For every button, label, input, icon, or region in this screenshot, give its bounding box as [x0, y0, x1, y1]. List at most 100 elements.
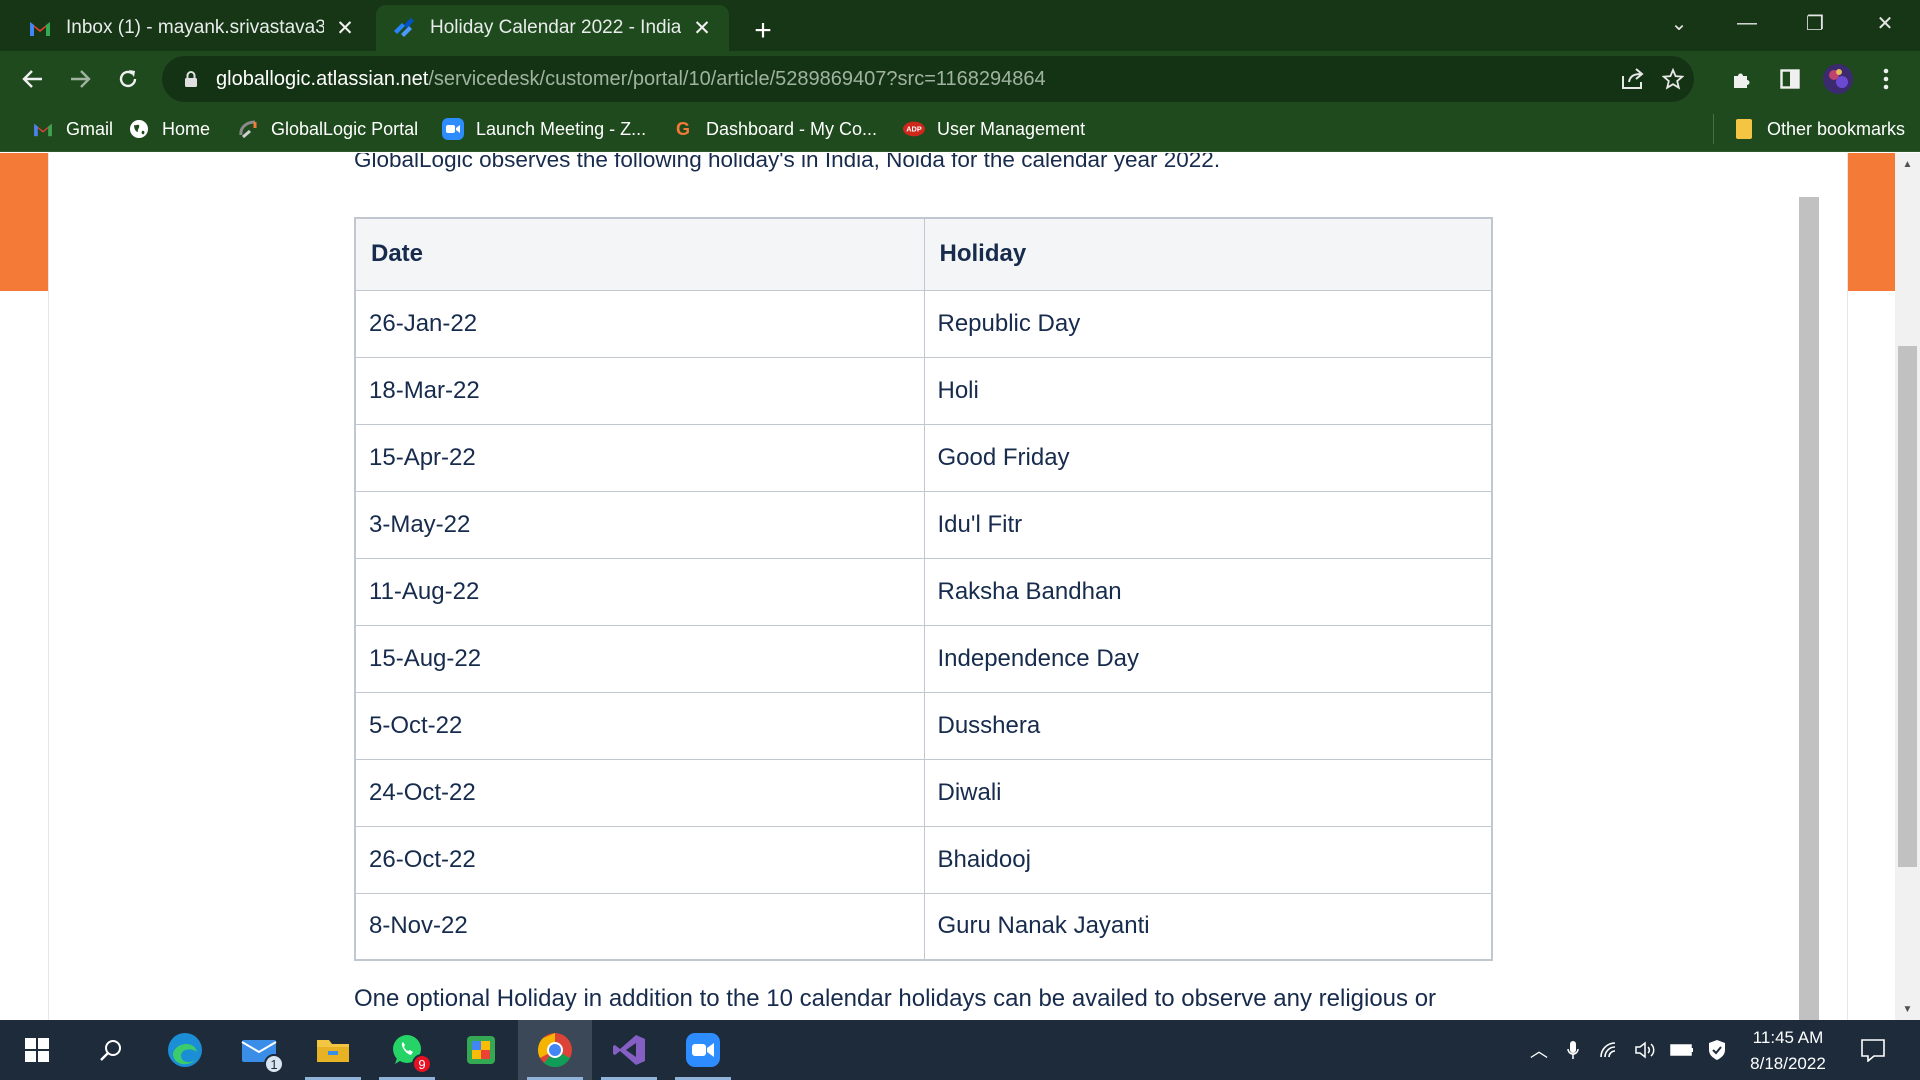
table-row: 11-Aug-22 Raksha Bandhan: [354, 557, 1493, 626]
date-cell: 8-Nov-22: [354, 892, 925, 961]
mail-icon[interactable]: 1: [222, 1020, 296, 1080]
menu-icon[interactable]: [1866, 59, 1906, 99]
holiday-table: Date Holiday 26-Jan-22 Republic Day 18-Ma…: [354, 217, 1493, 961]
bookmark-label: GlobalLogic Portal: [271, 118, 419, 139]
tab-title: Holiday Calendar 2022 - India, N: [430, 17, 681, 38]
search-icon[interactable]: [74, 1020, 148, 1080]
minimize-icon[interactable]: —: [1714, 0, 1780, 46]
tab-strip: Inbox (1) - mayank.srivastava3@ ✕ Holida…: [0, 0, 1920, 51]
date-cell: 11-Aug-22: [354, 557, 925, 626]
bookmark-gmail[interactable]: Gmail: [32, 115, 113, 143]
scrollbar-thumb[interactable]: [1898, 346, 1917, 867]
table-row: 26-Jan-22 Republic Day: [354, 289, 1493, 358]
url-host: globallogic.atlassian.net: [216, 67, 429, 90]
date-cell: 18-Mar-22: [354, 356, 925, 425]
scroll-up-icon[interactable]: ▲: [1895, 153, 1920, 175]
holiday-cell: Bhaidooj: [923, 825, 1493, 894]
date-cell: 26-Jan-22: [354, 289, 925, 358]
table-row: 8-Nov-22 Guru Nanak Jayanti: [354, 892, 1493, 961]
table-row: 24-Oct-22 Diwali: [354, 758, 1493, 827]
table-row: 26-Oct-22 Bhaidooj: [354, 825, 1493, 894]
chrome-icon[interactable]: [518, 1020, 592, 1080]
adp-icon: ADP: [903, 118, 925, 140]
column-header-date: Date: [354, 217, 925, 291]
security-shield-icon[interactable]: [1705, 1038, 1729, 1062]
close-window-icon[interactable]: ✕: [1852, 0, 1918, 46]
meet-icon[interactable]: [444, 1020, 518, 1080]
clock-date: 8/18/2022: [1750, 1054, 1826, 1073]
show-hidden-icons[interactable]: ︿: [1527, 1038, 1551, 1062]
tab-holiday-calendar[interactable]: Holiday Calendar 2022 - India, N ✕: [376, 5, 729, 51]
date-cell: 3-May-22: [354, 490, 925, 559]
file-explorer-icon[interactable]: [296, 1020, 370, 1080]
bookmark-label: User Management: [937, 118, 1086, 139]
tab-gmail-inbox[interactable]: Inbox (1) - mayank.srivastava3@ ✕: [12, 5, 372, 51]
notification-icon[interactable]: [1858, 1036, 1888, 1064]
table-row: 5-Oct-22 Dusshera: [354, 691, 1493, 760]
speaker-icon[interactable]: [1633, 1038, 1657, 1062]
bookmark-dashboard[interactable]: G Dashboard - My Co...: [672, 115, 877, 143]
windows-taskbar: 1 9 ︿ 11:45 AM 8/18/2022: [0, 1020, 1920, 1080]
scroll-down-icon[interactable]: ▼: [1895, 998, 1920, 1020]
bookmark-label: Other bookmarks: [1767, 118, 1906, 139]
zoom-icon[interactable]: [666, 1020, 740, 1080]
date-cell: 24-Oct-22: [354, 758, 925, 827]
bookmark-label: Home: [162, 118, 211, 139]
bookmark-label: Dashboard - My Co...: [706, 118, 878, 139]
page-scrollbar[interactable]: ▲ ▼: [1895, 153, 1920, 1020]
forward-icon[interactable]: [60, 59, 100, 99]
mail-badge: 1: [264, 1054, 284, 1074]
bookmarks-divider: [1713, 114, 1714, 144]
accent-band-left: [0, 153, 48, 291]
bookmark-label: Gmail: [66, 118, 114, 139]
holiday-cell: Republic Day: [923, 289, 1493, 358]
gmail-icon: [28, 16, 52, 40]
bookmark-star-icon[interactable]: [1658, 64, 1688, 94]
gmail-icon: [32, 118, 54, 140]
side-panel-icon[interactable]: [1770, 59, 1810, 99]
atlassian-icon: [392, 16, 416, 40]
tab-search-icon[interactable]: ⌄: [1646, 0, 1712, 46]
url-path: /servicedesk/customer/portal/10/article/…: [428, 67, 1046, 90]
battery-icon[interactable]: [1670, 1038, 1694, 1062]
url-text: globallogic.atlassian.net/servicedesk/cu…: [216, 68, 1046, 91]
back-icon[interactable]: [13, 59, 53, 99]
holiday-cell: Holi: [923, 356, 1493, 425]
visual-studio-icon[interactable]: [592, 1020, 666, 1080]
article-scrollbar[interactable]: [1799, 197, 1819, 1020]
share-icon[interactable]: [1618, 64, 1648, 94]
other-bookmarks[interactable]: Other bookmarks: [1733, 115, 1905, 143]
close-icon[interactable]: ✕: [334, 17, 356, 40]
bookmark-home[interactable]: Home: [128, 115, 210, 143]
svg-text:ADP: ADP: [906, 125, 922, 134]
bookmarks-bar: Gmail Home GlobalLogic Portal Launch Mee…: [0, 106, 1920, 152]
article-panel: GlobalLogic observes the following holid…: [48, 153, 1848, 1020]
address-bar[interactable]: globallogic.atlassian.net/servicedesk/cu…: [162, 56, 1694, 102]
extensions-icon[interactable]: [1722, 59, 1762, 99]
whatsapp-icon[interactable]: 9: [370, 1020, 444, 1080]
holiday-cell: Dusshera: [923, 691, 1493, 760]
column-header-holiday: Holiday: [923, 217, 1493, 291]
holiday-cell: Good Friday: [923, 423, 1493, 492]
system-clock[interactable]: 11:45 AM 8/18/2022: [1728, 1025, 1848, 1077]
reload-icon[interactable]: [108, 59, 148, 99]
date-cell: 15-Apr-22: [354, 423, 925, 492]
microphone-icon[interactable]: [1561, 1038, 1585, 1062]
close-icon[interactable]: ✕: [691, 17, 713, 40]
holiday-cell: Diwali: [923, 758, 1493, 827]
dashboard-icon: G: [675, 118, 690, 139]
holiday-cell: Raksha Bandhan: [923, 557, 1493, 626]
whatsapp-badge: 9: [412, 1054, 432, 1074]
bookmark-launch-meeting[interactable]: Launch Meeting - Z...: [442, 115, 646, 143]
profile-avatar[interactable]: [1818, 59, 1858, 99]
holiday-cell: Guru Nanak Jayanti: [923, 892, 1493, 961]
bookmark-user-management[interactable]: ADP User Management: [903, 115, 1085, 143]
edge-icon[interactable]: [148, 1020, 222, 1080]
restore-icon[interactable]: ❐: [1782, 0, 1848, 46]
windows-start-icon[interactable]: [0, 1020, 74, 1080]
table-row: 18-Mar-22 Holi: [354, 356, 1493, 425]
bookmark-label: Launch Meeting - Z...: [476, 118, 647, 139]
new-tab-button[interactable]: +: [744, 12, 782, 50]
bookmark-globallogic-portal[interactable]: GlobalLogic Portal: [237, 115, 418, 143]
wifi-icon[interactable]: [1598, 1038, 1622, 1062]
